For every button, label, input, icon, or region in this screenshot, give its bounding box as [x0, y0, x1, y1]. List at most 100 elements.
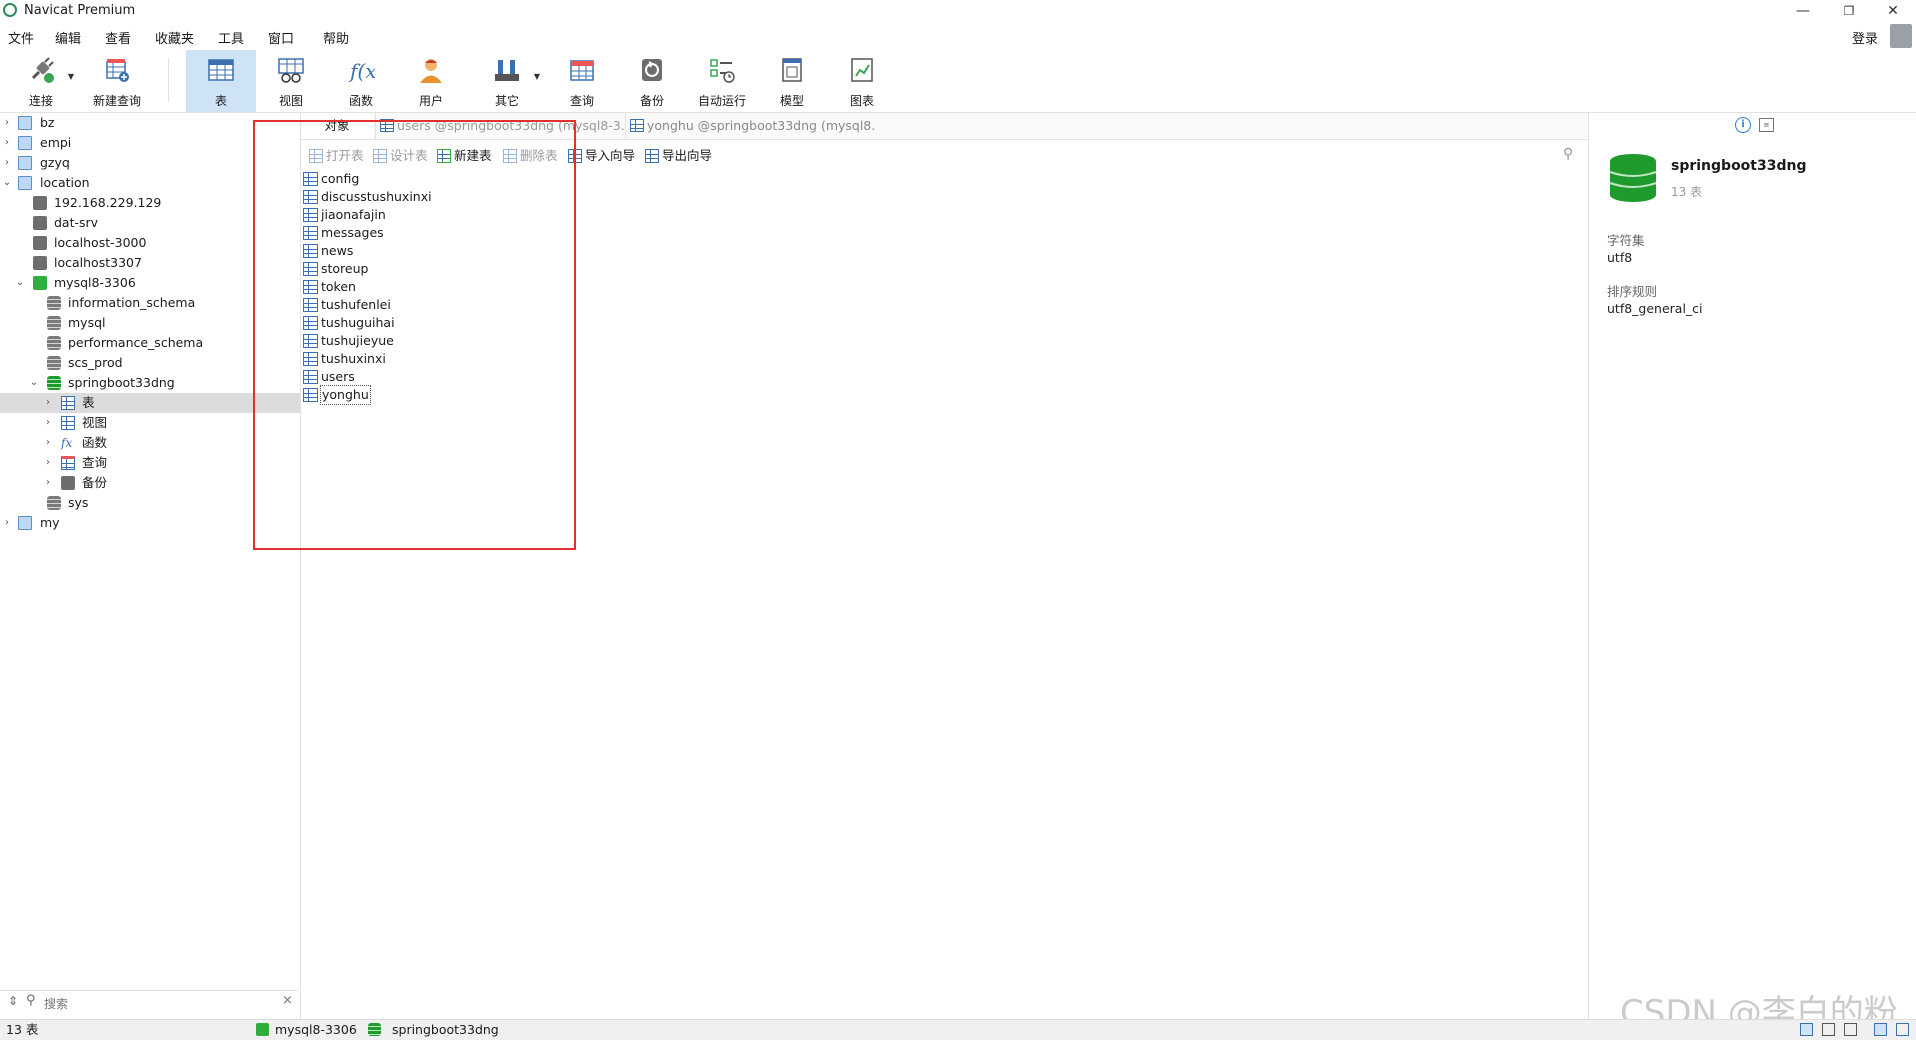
chevron-right-icon[interactable]: › — [1, 113, 13, 133]
table-icon — [303, 280, 318, 294]
new-table-button[interactable]: 新建表 — [437, 147, 492, 165]
detail-view-icon[interactable] — [1844, 1023, 1857, 1036]
menu-help[interactable]: 帮助 — [323, 28, 349, 47]
tree-search-input[interactable] — [42, 994, 276, 1014]
clear-search-icon[interactable]: × — [282, 993, 293, 1008]
list-view-icon[interactable] — [1822, 1023, 1835, 1036]
chevron-right-icon[interactable]: › — [42, 433, 54, 453]
menu-view[interactable]: 查看 — [105, 28, 131, 47]
chevron-down-icon[interactable]: ⌄ — [28, 373, 40, 393]
menu-edit[interactable]: 编辑 — [55, 28, 81, 47]
ddl-icon[interactable]: ≡ — [1759, 118, 1774, 132]
tree-item-connection[interactable]: 192.168.229.129 — [0, 193, 300, 213]
tree-item-database[interactable]: scs_prod — [0, 353, 300, 373]
tree-item-backups[interactable]: › 备份 — [0, 473, 300, 493]
chevron-right-icon[interactable]: › — [42, 453, 54, 473]
import-wizard-button[interactable]: 导入向导 — [568, 147, 635, 165]
mysql-connection-icon — [33, 216, 47, 230]
tab-users-table[interactable]: users @springboot33dng (mysql8-3... — [375, 113, 624, 139]
menu-favorites[interactable]: 收藏夹 — [155, 28, 194, 47]
chevron-right-icon[interactable]: › — [42, 393, 54, 413]
close-icon[interactable]: ✕ — [1870, 0, 1916, 22]
other-dropdown-icon[interactable]: ▼ — [534, 72, 540, 81]
new-table-icon — [437, 149, 451, 163]
menu-file[interactable]: 文件 — [8, 28, 34, 47]
object-search-icon[interactable]: ⚲ — [1563, 146, 1573, 162]
tab-yonghu-table[interactable]: yonghu @springboot33dng (mysql8... — [625, 113, 876, 139]
view-icon — [61, 416, 75, 430]
svg-text:f(x): f(x) — [348, 59, 375, 83]
minimize-icon[interactable]: — — [1780, 0, 1826, 22]
tree-item-database[interactable]: information_schema — [0, 293, 300, 313]
collation-value: utf8_general_ci — [1607, 301, 1703, 316]
toolbar-chart-button[interactable]: 图表 — [827, 50, 897, 112]
menu-window[interactable]: 窗口 — [268, 28, 294, 47]
toolbar-user-button[interactable]: 用户 — [396, 50, 466, 112]
design-table-button[interactable]: 设计表 — [373, 147, 428, 165]
toolbar-function-button[interactable]: f(x) 函数 — [326, 50, 396, 112]
tree-item-my[interactable]: › my — [0, 513, 300, 533]
tree-item-empi[interactable]: › empi — [0, 133, 300, 153]
function-icon: fx — [61, 436, 73, 450]
grid-view-icon[interactable] — [1800, 1023, 1813, 1036]
tree-item-tables[interactable]: › 表 — [0, 393, 300, 413]
toolbar-view-button[interactable]: 视图 — [256, 50, 326, 112]
tree-item-mysql8-3306[interactable]: ⌄ mysql8-3306 — [0, 273, 300, 293]
tree-item-connection[interactable]: localhost3307 — [0, 253, 300, 273]
toolbar-other-button[interactable]: 其它 ▼ — [472, 50, 542, 112]
export-icon — [645, 149, 659, 163]
delete-table-button[interactable]: 删除表 — [503, 147, 558, 165]
database-icon — [47, 316, 61, 330]
toolbar-new-query-button[interactable]: 新建查询 — [82, 50, 152, 112]
filter-toggle-icon[interactable]: ⇕ — [8, 994, 18, 1008]
user-icon — [420, 59, 442, 83]
table-icon — [303, 190, 318, 204]
tree-item-connection[interactable]: localhost-3000 — [0, 233, 300, 253]
toggle-sidebar-icon[interactable] — [1896, 1023, 1909, 1036]
info-icon[interactable]: i — [1735, 117, 1751, 133]
tree-item-database[interactable]: performance_schema — [0, 333, 300, 353]
tree-item-gzyq[interactable]: › gzyq — [0, 153, 300, 173]
tree-item-bz[interactable]: › bz — [0, 113, 300, 133]
tree-item-views[interactable]: › 视图 — [0, 413, 300, 433]
tree-item-connection[interactable]: dat-srv — [0, 213, 300, 233]
export-wizard-button[interactable]: 导出向导 — [645, 147, 712, 165]
tree-item-database[interactable]: sys — [0, 493, 300, 513]
tree-item-queries[interactable]: › 查询 — [0, 453, 300, 473]
open-table-button[interactable]: 打开表 — [309, 147, 364, 165]
login-link[interactable]: 登录 — [1852, 28, 1878, 47]
chevron-right-icon[interactable]: › — [42, 473, 54, 493]
status-database: springboot33dng — [392, 1022, 499, 1037]
toolbar-connect-button[interactable]: 连接 ▼ — [6, 50, 76, 112]
toolbar-table-button[interactable]: 表 — [186, 50, 256, 112]
menu-tools[interactable]: 工具 — [218, 28, 244, 47]
toggle-info-panel-icon[interactable] — [1874, 1023, 1887, 1036]
chevron-right-icon[interactable]: › — [1, 153, 13, 173]
connect-dropdown-icon[interactable]: ▼ — [68, 72, 74, 81]
table-icon — [303, 388, 318, 402]
user-avatar-icon[interactable] — [1890, 24, 1912, 48]
toolbar-automation-button[interactable]: 自动运行 — [687, 50, 757, 112]
table-icon — [208, 59, 234, 81]
chart-icon — [851, 58, 873, 82]
toolbar-backup-button[interactable]: 备份 — [617, 50, 687, 112]
mysql-connection-icon — [33, 256, 47, 270]
chevron-down-icon[interactable]: ⌄ — [14, 273, 26, 293]
restore-icon[interactable]: ❐ — [1826, 0, 1872, 22]
chevron-down-icon[interactable]: ⌄ — [1, 173, 13, 193]
tree-item-database[interactable]: mysql — [0, 313, 300, 333]
automation-icon — [710, 59, 735, 83]
menu-bar: 文件 编辑 查看 收藏夹 工具 窗口 帮助 — [0, 24, 1916, 48]
tree-item-location[interactable]: ⌄ location — [0, 173, 300, 193]
database-icon — [47, 496, 61, 510]
chevron-right-icon[interactable]: › — [1, 513, 13, 533]
toolbar-query-button[interactable]: 查询 — [547, 50, 617, 112]
tree-item-functions[interactable]: › fx 函数 — [0, 433, 300, 453]
toolbar-model-button[interactable]: 模型 — [757, 50, 827, 112]
mysql-connection-active-icon — [33, 276, 47, 290]
chevron-right-icon[interactable]: › — [1, 133, 13, 153]
folder-icon — [18, 516, 32, 530]
tab-objects[interactable]: 对象 — [301, 113, 373, 139]
chevron-right-icon[interactable]: › — [42, 413, 54, 433]
tree-item-springboot33dng[interactable]: ⌄ springboot33dng — [0, 373, 300, 393]
